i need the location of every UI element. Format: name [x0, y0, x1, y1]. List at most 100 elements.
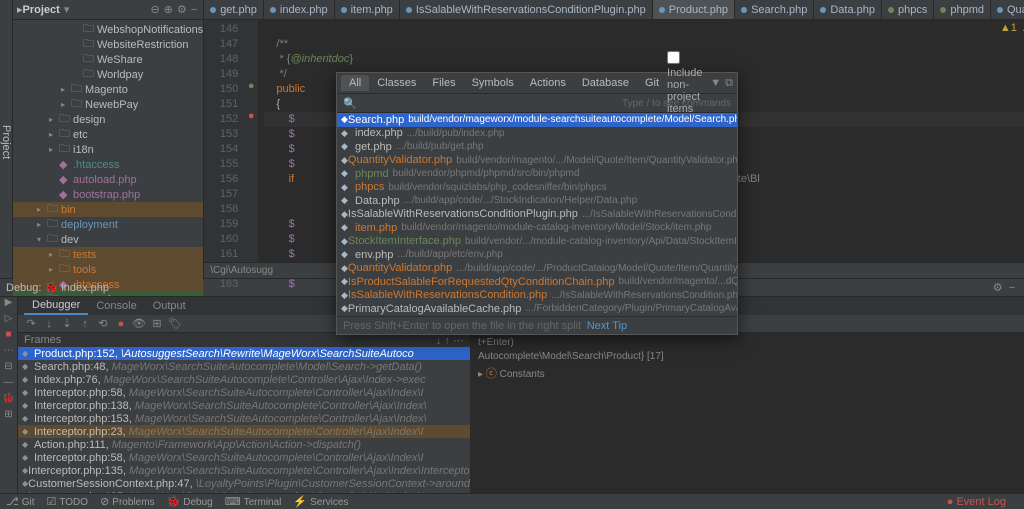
- debug-tab[interactable]: Debugger: [24, 297, 88, 315]
- tree-node[interactable]: 🗀Worldpay: [13, 67, 203, 82]
- popup-tab[interactable]: Database: [574, 75, 637, 91]
- popup-tab[interactable]: Symbols: [464, 75, 522, 91]
- step-over-icon: ↷: [22, 317, 40, 330]
- rerun-icon: ▶: [0, 297, 17, 313]
- chevron-down-icon[interactable]: ▾: [64, 3, 70, 16]
- filter-icon[interactable]: ▼: [710, 77, 721, 89]
- project-panel: ▸ Project ▾ ⊖ ⊕ ⚙ − 🗀WebshopNotification…: [13, 0, 204, 278]
- gutter-marks[interactable]: ●●: [244, 20, 258, 278]
- tree-node[interactable]: ▸🗀tests: [13, 247, 203, 262]
- tree-node[interactable]: ▸🗀design: [13, 112, 203, 127]
- editor-tab[interactable]: Product.php: [653, 0, 735, 19]
- editor-tab[interactable]: phpmd: [934, 0, 991, 19]
- status-item[interactable]: ⊘Problems: [100, 497, 154, 508]
- search-result-item[interactable]: ◆QuantityValidator.phpbuild/vendor/magen…: [337, 154, 737, 168]
- search-hint: Type / to see commands: [361, 98, 731, 109]
- popup-tab[interactable]: Classes: [369, 75, 424, 91]
- tree-node[interactable]: ◆autoload.php: [13, 172, 203, 187]
- tree-node[interactable]: 🗀WeShare: [13, 52, 203, 67]
- search-result-item[interactable]: ◆phpcsbuild/vendor/squizlabs/php_codesni…: [337, 181, 737, 195]
- editor-tab[interactable]: QuantityValid: [991, 0, 1024, 19]
- editor-tabs[interactable]: get.phpindex.phpitem.phpIsSalableWithRes…: [204, 0, 1024, 20]
- search-result-item[interactable]: ◆get.php.../build/pub/get.php: [337, 140, 737, 154]
- collapse-icon[interactable]: ⊖: [150, 3, 159, 16]
- editor-tab[interactable]: Data.php: [814, 0, 882, 19]
- search-result-item[interactable]: ◆QuantityValidator.php.../build/app/code…: [337, 262, 737, 276]
- popup-tab[interactable]: Git: [637, 75, 667, 91]
- debug-side-toolbar[interactable]: ▶▷■ ⋯⊟—🐞⊞: [0, 297, 18, 493]
- tool-window-tab-project[interactable]: Project: [0, 0, 13, 278]
- tree-node[interactable]: ◆.htaccess: [13, 157, 203, 172]
- search-result-item[interactable]: ◆item.phpbuild/vendor/magento/module-cat…: [337, 221, 737, 235]
- tree-node[interactable]: ◆bootstrap.php: [13, 187, 203, 202]
- search-result-item[interactable]: ◆env.php.../build/app/etc/env.php: [337, 248, 737, 262]
- bug-icon: 🐞: [45, 282, 59, 294]
- status-item[interactable]: ☑TODO: [46, 497, 88, 508]
- search-result-item[interactable]: ◆IsSalableWithReservationsConditionPlugi…: [337, 208, 737, 222]
- search-result-item[interactable]: ◆phpmdbuild/vendor/phpmd/phpmd/src/bin/p…: [337, 167, 737, 181]
- search-result-item[interactable]: ◆IsSalableWithReservationsCondition.php.…: [337, 289, 737, 303]
- variable-item[interactable]: Autocomplete\Model\Search\Product} [17]: [474, 351, 1020, 365]
- event-log-link[interactable]: ●Event Log: [947, 496, 1006, 508]
- status-item[interactable]: ⎇Git: [6, 497, 34, 508]
- stack-frame[interactable]: ◆Interceptor.php:23, MageWorx\SearchSuit…: [18, 425, 470, 438]
- tree-node[interactable]: ▸🗀etc: [13, 127, 203, 142]
- search-result-item[interactable]: ◆index.php.../build/pub/index.php: [337, 127, 737, 141]
- debug-title: Debug: 🐞 index.php: [6, 281, 109, 294]
- gutter-line-numbers[interactable]: 1461471481491501511521531541551561571581…: [204, 20, 244, 278]
- project-title: Project: [23, 4, 60, 16]
- stack-frame[interactable]: ◆Interceptor.php:58, MageWorx\SearchSuit…: [18, 386, 470, 399]
- tree-node[interactable]: ▾🗀dev: [13, 232, 203, 247]
- resume-icon: ▷: [0, 313, 17, 329]
- stack-frame[interactable]: ◆Index.php:76, MageWorx\SearchSuiteAutoc…: [18, 373, 470, 386]
- stack-frame[interactable]: ◆Search.php:48, MageWorx\SearchSuiteAuto…: [18, 360, 470, 373]
- editor-tab[interactable]: index.php: [264, 0, 335, 19]
- editor-tab[interactable]: IsSalableWithReservationsConditionPlugin…: [400, 0, 653, 19]
- variables-panel[interactable]: t+Enter)Autocomplete\Model\Search\Produc…: [470, 333, 1024, 493]
- stack-frame[interactable]: ◆Interceptor.php:138, MageWorx\SearchSui…: [18, 399, 470, 412]
- gear-icon[interactable]: ⚙: [177, 3, 187, 16]
- status-bar[interactable]: ⎇Git ☑TODO ⊘Problems 🐞Debug ⌨Terminal ⚡Servic…: [0, 493, 1024, 509]
- search-icon: 🔍: [343, 97, 357, 110]
- variable-item[interactable]: t+Enter): [474, 337, 1020, 351]
- editor-tab[interactable]: item.php: [335, 0, 400, 19]
- tree-node[interactable]: ▸🗀Magento: [13, 82, 203, 97]
- popup-tab[interactable]: Actions: [522, 75, 574, 91]
- stack-frame[interactable]: ◆Action.php:111, Magento\Framework\App\A…: [18, 438, 470, 451]
- stack-frame[interactable]: ◆Interceptor.php:135, MageWorx\SearchSui…: [18, 464, 470, 477]
- tree-node[interactable]: 🗀WebshopNotifications: [13, 22, 203, 37]
- search-result-item[interactable]: ◆Data.php.../build/app/code/.../StockInd…: [337, 194, 737, 208]
- frames-panel[interactable]: Frames ↓ ↑ ⋯ ◆Product.php:152, \Autosugg…: [18, 333, 470, 493]
- tree-node[interactable]: ▸🗀deployment: [13, 217, 203, 232]
- search-result-item[interactable]: ◆IsProductSalableForRequestedQtyConditio…: [337, 275, 737, 289]
- variable-item[interactable]: ▸ ⓒ Constants: [474, 365, 1020, 379]
- stack-frame[interactable]: ◆Interceptor.php:153, MageWorx\SearchSui…: [18, 412, 470, 425]
- status-item[interactable]: 🐞Debug: [167, 497, 213, 508]
- tree-node[interactable]: ▸🗀i18n: [13, 142, 203, 157]
- select-opened-icon[interactable]: ⊕: [164, 3, 173, 16]
- editor-tab[interactable]: phpcs: [882, 0, 934, 19]
- stack-frame[interactable]: ◆Interceptor.php:58, MageWorx\SearchSuit…: [18, 451, 470, 464]
- inspection-indicators[interactable]: ▲1 ▲21 ✓3 ⌃: [1000, 22, 1024, 35]
- next-tip-link[interactable]: Next Tip: [587, 320, 627, 332]
- search-result-item[interactable]: ◆StockItemInterface.phpbuild/vendor/.../…: [337, 235, 737, 249]
- editor-tab[interactable]: get.php: [204, 0, 264, 19]
- debug-tab[interactable]: Output: [145, 298, 194, 314]
- search-result-item[interactable]: ◆PrimaryCatalogAvailableCache.php.../For…: [337, 302, 737, 316]
- editor-tab[interactable]: Search.php: [735, 0, 814, 19]
- popup-tab[interactable]: Files: [424, 75, 463, 91]
- status-item[interactable]: ⌨Terminal: [225, 497, 282, 508]
- tree-node[interactable]: ▸🗀tools: [13, 262, 203, 277]
- hide-icon[interactable]: −: [191, 4, 197, 16]
- status-item[interactable]: ⚡Services: [293, 497, 348, 508]
- pin-icon[interactable]: ⧉: [725, 77, 733, 90]
- search-result-item[interactable]: ◆Search.phpbuild/vendor/mageworx/module-…: [337, 113, 737, 127]
- stack-frame[interactable]: ◆Product.php:152, \AutosuggestSearch\Rew…: [18, 347, 470, 360]
- debug-tab[interactable]: Console: [88, 298, 144, 314]
- tree-node[interactable]: ▸🗀bin: [13, 202, 203, 217]
- search-results-list[interactable]: ◆Search.phpbuild/vendor/mageworx/module-…: [337, 113, 737, 316]
- tree-node[interactable]: 🗀WebsiteRestriction: [13, 37, 203, 52]
- tree-node[interactable]: ▸🗀NewebPay: [13, 97, 203, 112]
- popup-tab[interactable]: All: [341, 75, 369, 91]
- stack-frame[interactable]: ◆CustomerSessionContext.php:47, \Loyalty…: [18, 477, 470, 490]
